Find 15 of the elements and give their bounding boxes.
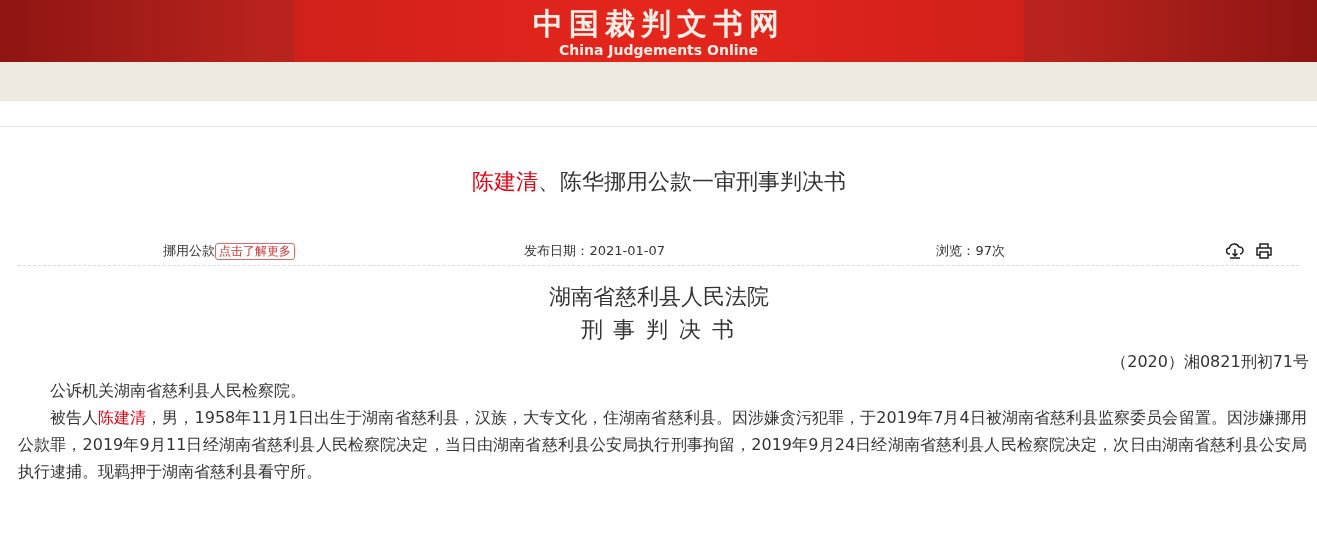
site-title: 中国裁判文书网 [532,7,785,41]
publish-date: 发布日期：2021-01-07 [523,242,665,260]
document-title: 陈建清、陈华挪用公款一审刑事判决书 [470,168,847,196]
document-type: 刑 事 判 决 书 [579,316,738,344]
judgment-paragraph: 公诉机关湖南省慈利县人民检察院。 [49,380,307,402]
view-count: 浏览：97次 [935,242,1005,260]
site-subtitle: China Judgements Online [559,41,758,59]
case-number: （2020）湘0821刑初71号 [1111,352,1309,371]
learn-more-link[interactable]: 点击了解更多 [215,242,295,260]
cause-label: 挪用公款 [163,242,215,260]
court-name: 湖南省慈利县人民法院 [547,283,770,311]
judgment-paragraph: 被告人陈建清，男，1958年11月1日出生于湖南省慈利县，汉族，大专文化，住湖南省慈利县。因涉嫌贪污犯罪，于2019年7月4日被湖南省慈利县监察委员会留置。因涉嫌挪用公款罪，2019年9月11日经湖南省慈利县人民检察院决定，当日由湖南省慈利县公安局执行刑事拘留，2019年9月24日经湖南省慈利县人民检察院决定，次日由湖南省慈利县公安局执行逮捕。现羁押于湖南省慈利县看守所。 [17,407,1308,483]
download-icon[interactable] [1226,243,1244,259]
site-banner[interactable]: 中国裁判文书网 China Judgements Online [293,0,1024,62]
print-icon[interactable] [1255,243,1273,259]
